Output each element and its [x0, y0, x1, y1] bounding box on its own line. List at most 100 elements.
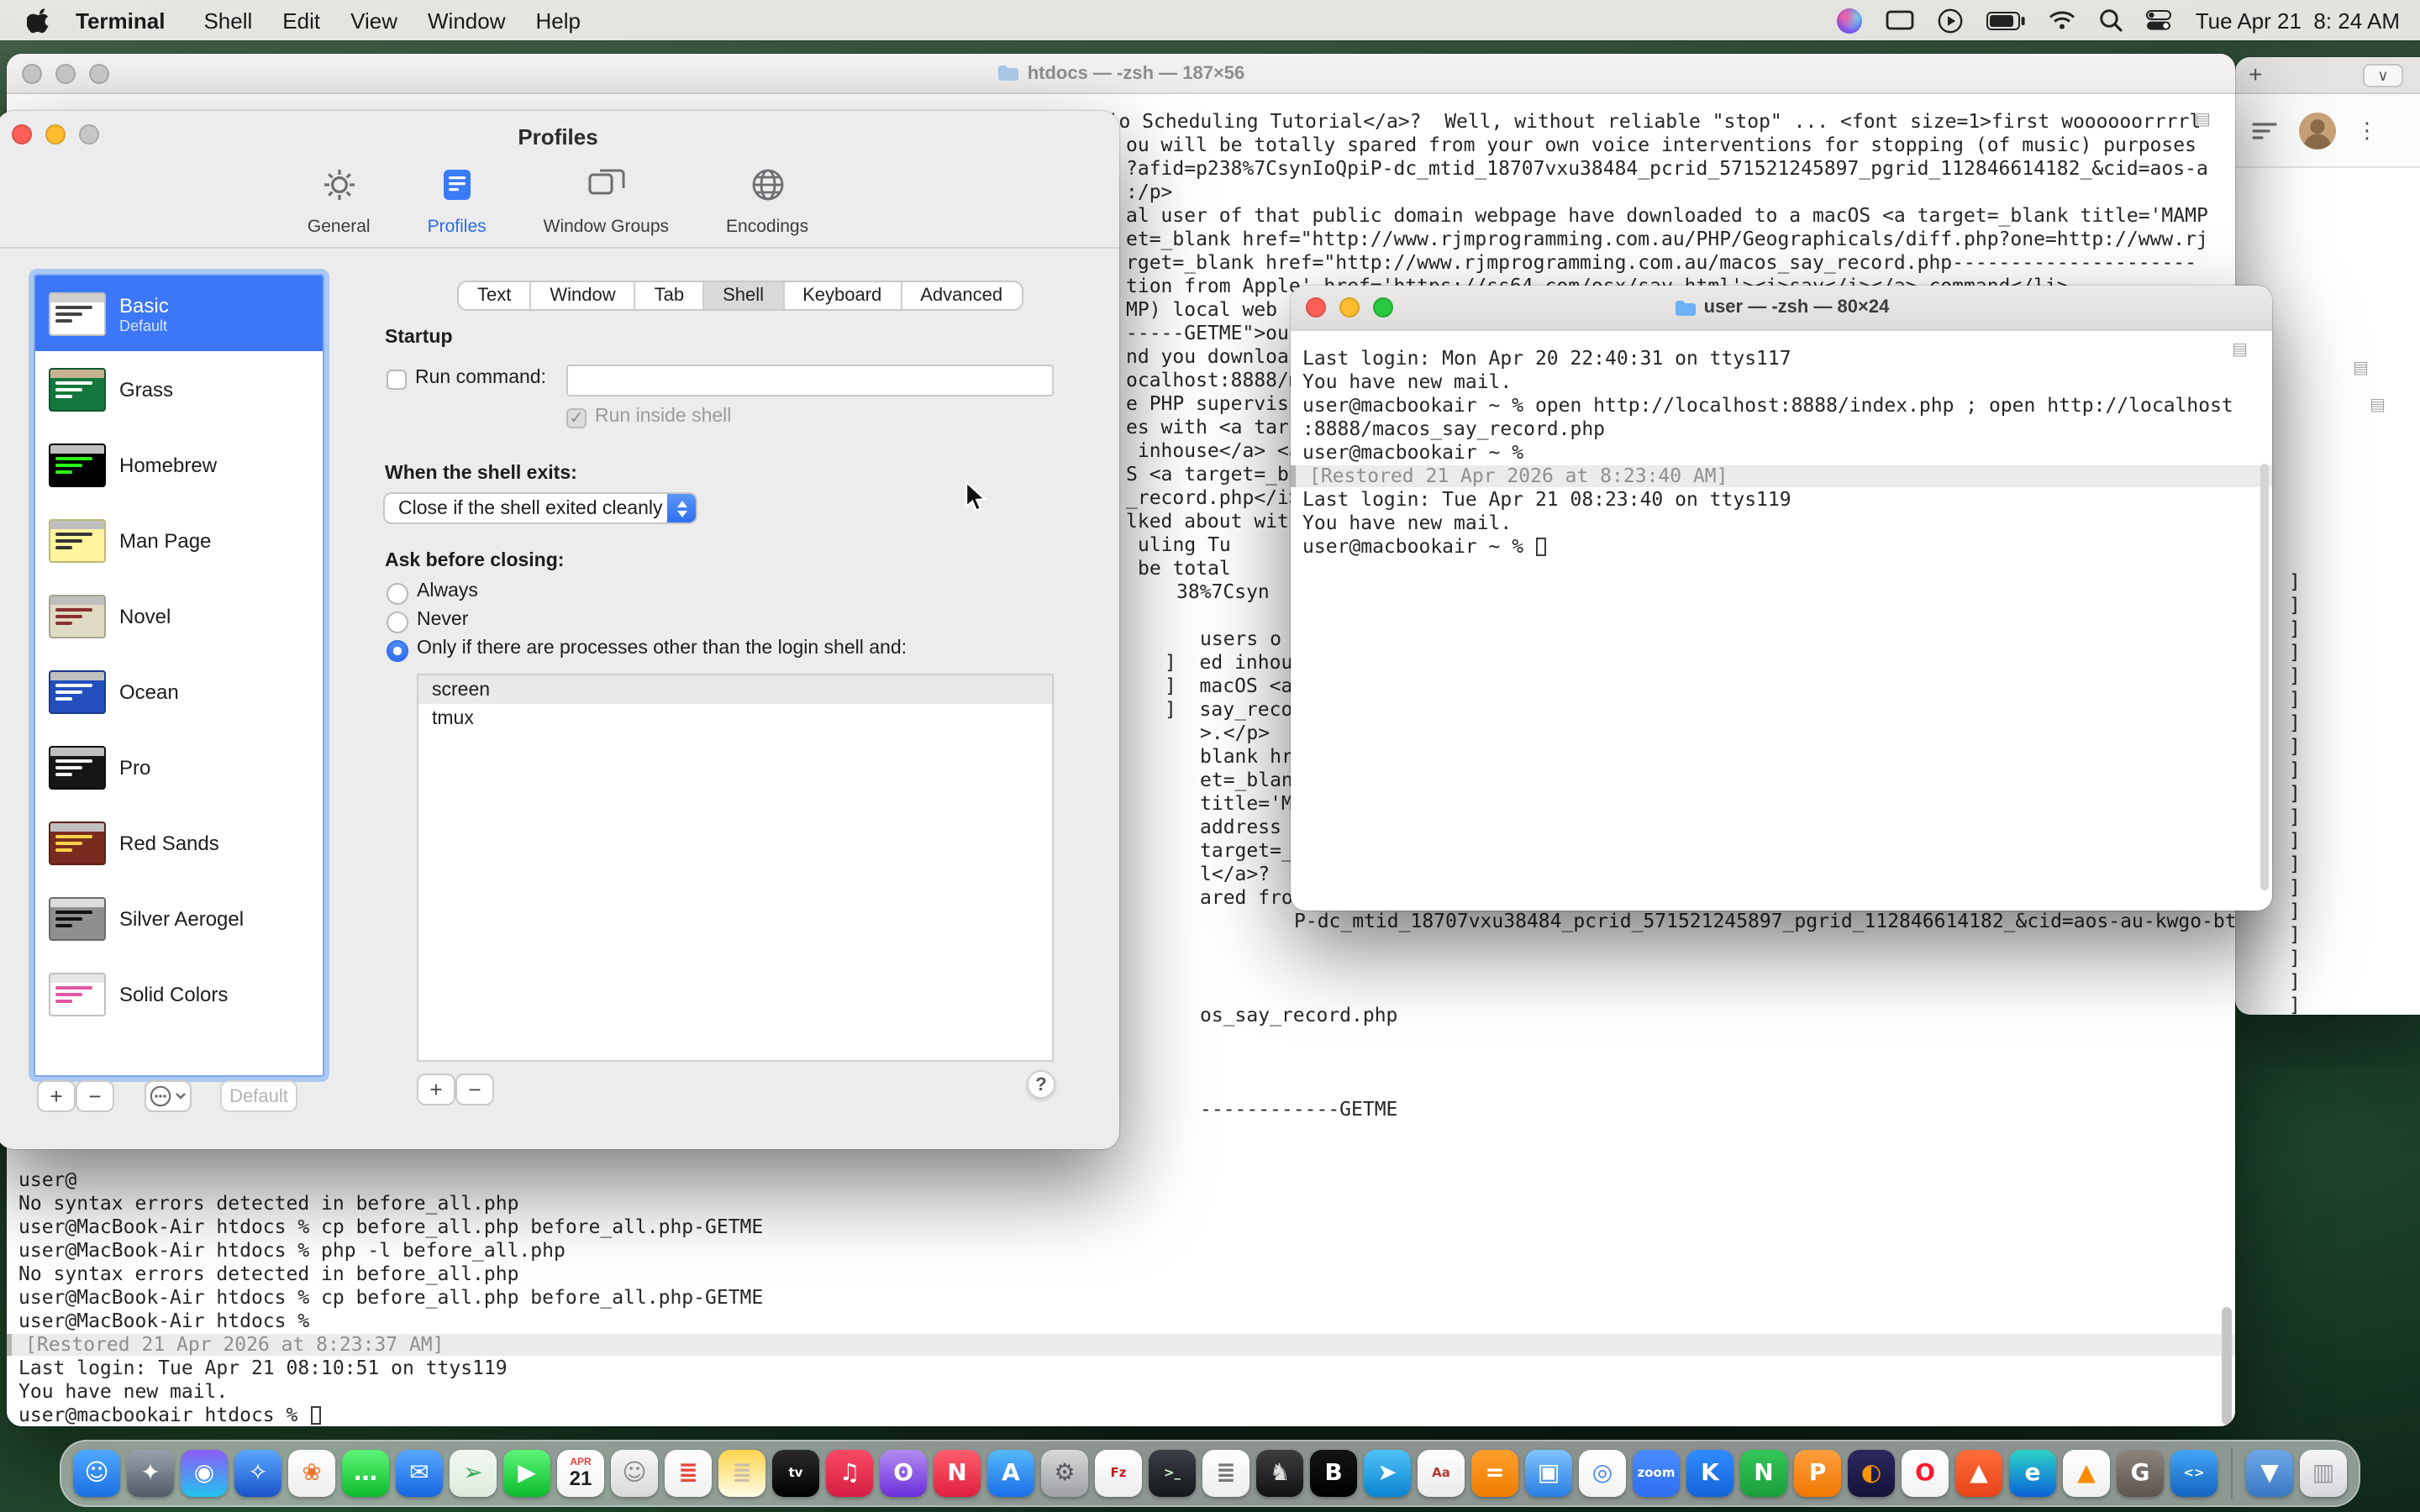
scrollbar-thumb[interactable]: [2222, 1307, 2232, 1425]
dock-launchpad[interactable]: ✦: [127, 1450, 174, 1497]
screen-mirroring-icon[interactable]: [1886, 10, 1915, 30]
menu-help[interactable]: Help: [521, 8, 597, 33]
siri-icon[interactable]: [1838, 8, 1863, 33]
dock-siri[interactable]: ◉: [181, 1450, 228, 1497]
spotlight-icon[interactable]: [2100, 8, 2123, 32]
dock-bbedit[interactable]: B: [1310, 1450, 1357, 1497]
dock-dictionary[interactable]: Aa: [1418, 1450, 1465, 1497]
dock-vlc[interactable]: ▲: [2063, 1450, 2110, 1497]
run-inside-shell-checkbox[interactable]: ✓: [566, 408, 587, 428]
dock-brave[interactable]: ▲: [1955, 1450, 2002, 1497]
menu-bar-clock[interactable]: Tue Apr 21 8: 24 AM: [2196, 8, 2400, 33]
control-center-icon[interactable]: [2147, 10, 2172, 30]
dock-tv[interactable]: tv: [772, 1450, 819, 1497]
remove-profile-button[interactable]: −: [76, 1080, 114, 1112]
htdocs-titlebar[interactable]: htdocs — -zsh — 187×56: [7, 54, 2235, 94]
dock-mail[interactable]: ✉: [396, 1450, 443, 1497]
user-terminal-body[interactable]: Last login: Mon Apr 20 22:40:31 on ttys1…: [1291, 331, 2272, 911]
play-circle-icon[interactable]: [1939, 8, 1964, 33]
toolbar-item-window-groups[interactable]: Window Groups: [530, 161, 682, 242]
menu-view[interactable]: View: [335, 8, 413, 33]
menu-edit[interactable]: Edit: [267, 8, 335, 33]
minimize-button[interactable]: [55, 63, 76, 83]
process-item-screen[interactable]: screen: [418, 675, 1052, 704]
sort-icon[interactable]: [2252, 120, 2279, 140]
dock-edge[interactable]: e: [2009, 1450, 2056, 1497]
profile-item-silver-aerogel[interactable]: Silver Aerogel: [35, 880, 323, 956]
radio-never[interactable]: [387, 612, 408, 633]
profile-item-red-sands[interactable]: Red Sands: [35, 805, 323, 880]
toolbar-item-encodings[interactable]: Encodings: [713, 161, 822, 242]
tab-text[interactable]: Text: [459, 282, 531, 309]
dock-firefox[interactable]: ◐: [1848, 1450, 1895, 1497]
avatar[interactable]: [2299, 112, 2336, 149]
dock-numbers[interactable]: N: [1740, 1450, 1787, 1497]
profile-item-novel[interactable]: Novel: [35, 578, 323, 654]
profile-item-pro[interactable]: Pro: [35, 729, 323, 805]
kebab-menu-icon[interactable]: ⋮: [2356, 117, 2378, 144]
run-command-checkbox[interactable]: [387, 370, 407, 390]
add-profile-button[interactable]: +: [37, 1080, 76, 1112]
dock-terminal[interactable]: >_: [1149, 1450, 1196, 1497]
dock-zoom[interactable]: zoom: [1633, 1450, 1680, 1497]
process-item-tmux[interactable]: tmux: [418, 704, 1052, 732]
dock-chrome[interactable]: ◎: [1579, 1450, 1626, 1497]
dock-facetime[interactable]: ▶: [503, 1450, 550, 1497]
profile-item-basic[interactable]: BasicDefault: [35, 276, 323, 351]
dock-music[interactable]: ♫: [826, 1450, 873, 1497]
dock-podcasts[interactable]: ʘ: [880, 1450, 927, 1497]
radio-only[interactable]: [387, 640, 408, 662]
default-button[interactable]: Default: [220, 1080, 297, 1112]
dock-vscode[interactable]: <>: [2170, 1450, 2217, 1497]
remove-process-button[interactable]: −: [455, 1074, 494, 1105]
profile-item-solid-colors[interactable]: Solid Colors: [35, 956, 323, 1032]
dock-system-settings[interactable]: ⚙: [1041, 1450, 1088, 1497]
close-button[interactable]: [22, 63, 42, 83]
shell-exit-dropdown[interactable]: Close if the shell exited cleanly: [383, 492, 697, 524]
tab-advanced[interactable]: Advanced: [902, 282, 1021, 309]
dock-trash[interactable]: ▥: [2300, 1450, 2347, 1497]
dock-preview[interactable]: ▣: [1525, 1450, 1572, 1497]
minimize-button[interactable]: [1339, 297, 1360, 318]
tab-tab[interactable]: Tab: [636, 282, 705, 309]
dock-opera[interactable]: O: [1902, 1450, 1949, 1497]
radio-always[interactable]: [387, 583, 408, 605]
close-button[interactable]: [1306, 297, 1326, 318]
add-process-button[interactable]: +: [417, 1074, 455, 1105]
zoom-button[interactable]: [1373, 297, 1393, 318]
tab-overview-button[interactable]: ∨: [2363, 64, 2403, 87]
dock-safari[interactable]: ✧: [234, 1450, 281, 1497]
toolbar-item-profiles[interactable]: Profiles: [414, 161, 500, 242]
dock-maps[interactable]: ➢: [450, 1450, 497, 1497]
dock-chess[interactable]: ♞: [1256, 1450, 1303, 1497]
profile-item-ocean[interactable]: Ocean: [35, 654, 323, 729]
profile-item-man-page[interactable]: Man Page: [35, 502, 323, 578]
profile-item-homebrew[interactable]: Homebrew: [35, 427, 323, 502]
tab-window[interactable]: Window: [531, 282, 635, 309]
dock-pages[interactable]: P: [1794, 1450, 1841, 1497]
dock-textedit[interactable]: ≣: [1202, 1450, 1249, 1497]
wifi-icon[interactable]: [2049, 10, 2076, 30]
dock-downloads[interactable]: ▼: [2246, 1450, 2293, 1497]
scrollbar-thumb[interactable]: [2260, 464, 2269, 890]
dock-appstore[interactable]: A: [987, 1450, 1034, 1497]
tab-keyboard[interactable]: Keyboard: [784, 282, 902, 309]
menu-window[interactable]: Window: [413, 8, 521, 33]
profile-actions-button[interactable]: [145, 1080, 192, 1112]
toolbar-item-general[interactable]: General: [294, 161, 384, 242]
tab-shell[interactable]: Shell: [704, 282, 784, 309]
dock-notes[interactable]: ≣: [718, 1450, 765, 1497]
active-app-name[interactable]: Terminal: [62, 8, 178, 33]
dock-messages[interactable]: …: [342, 1450, 389, 1497]
battery-icon[interactable]: [1987, 11, 2026, 29]
profile-item-grass[interactable]: Grass: [35, 351, 323, 427]
dock-gimp[interactable]: G: [2117, 1450, 2164, 1497]
user-titlebar[interactable]: user — -zsh — 80×24: [1291, 286, 2272, 331]
dock-news[interactable]: N: [934, 1450, 981, 1497]
dock-telegram[interactable]: ➤: [1364, 1450, 1411, 1497]
zoom-button[interactable]: [89, 63, 109, 83]
dock-keynote[interactable]: K: [1686, 1450, 1733, 1497]
dock-photos[interactable]: ❀: [288, 1450, 335, 1497]
dock-calculator[interactable]: =: [1471, 1450, 1518, 1497]
dock-reminders[interactable]: ≣: [665, 1450, 712, 1497]
